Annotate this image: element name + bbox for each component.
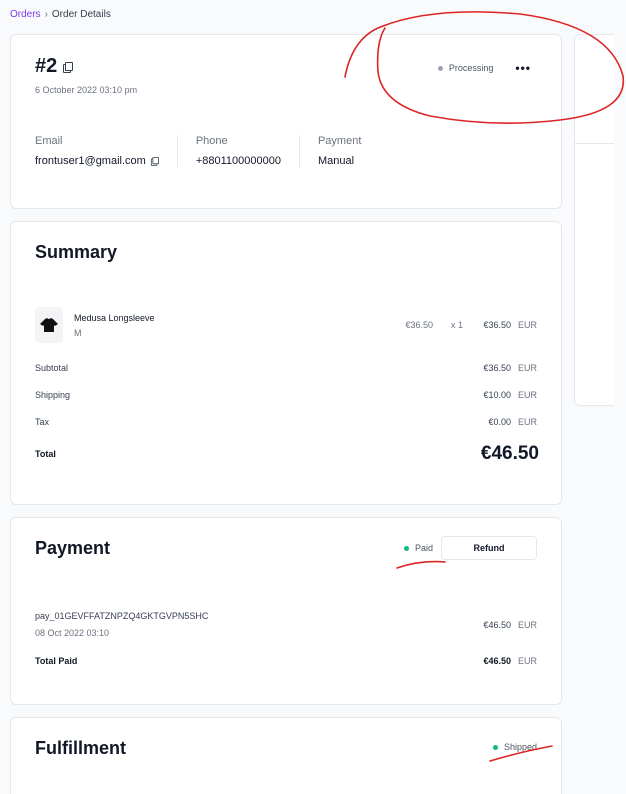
summary-card: Summary Medusa Longsleeve M €36.50 x 1 €… (10, 221, 562, 505)
copy-icon[interactable] (63, 61, 74, 73)
email-label: Email (35, 135, 63, 147)
product-variant: M (74, 327, 82, 338)
email-value: frontuser1@gmail.com (35, 155, 159, 167)
tax-currency: EUR (517, 417, 537, 427)
copy-email-icon[interactable] (150, 157, 159, 166)
shipping-amount: €10.00 (483, 390, 511, 400)
line-item-text: Medusa Longsleeve M (74, 313, 155, 338)
chevron-right-icon: › (44, 9, 48, 20)
payment-row: pay_01GEVFFATZNPZQ4GKTGVPN5SHC 08 Oct 20… (35, 611, 537, 638)
shipping-row: Shipping €10.00 EUR (35, 390, 537, 400)
payment-status: Paid Refund (403, 536, 537, 560)
phone-info: Phone +8801100000000 (196, 135, 300, 167)
paid-dot-icon (403, 545, 409, 551)
shipped-dot-icon (492, 744, 498, 750)
order-id-text: #2 (35, 55, 58, 77)
subtotal-currency: EUR (517, 363, 537, 373)
payment-id: pay_01GEVFFATZNPZQ4GKTGVPN5SHC (35, 611, 209, 621)
total-amount: €46.50 (480, 443, 539, 464)
fulfillment-title: Fulfillment (35, 738, 126, 758)
summary-title: Summary (35, 242, 118, 262)
order-status-label: Processing (448, 63, 494, 73)
breadcrumb: Orders › Order Details (10, 9, 111, 20)
phone-label: Phone (195, 135, 228, 147)
line-item: Medusa Longsleeve M €36.50 x 1 €36.50 EU… (35, 306, 537, 344)
total-paid-row: Total Paid €46.50 EUR (35, 656, 537, 666)
shipping-label: Shipping (35, 390, 71, 400)
subtotal-row: Subtotal €36.50 EUR (35, 363, 537, 373)
more-actions-button[interactable]: ••• (515, 61, 531, 75)
total-paid-amount: €46.50 (483, 656, 511, 666)
breadcrumb-current: Order Details (51, 9, 111, 20)
email-text: frontuser1@gmail.com (35, 155, 146, 167)
total-paid-wrap: €46.50 EUR (483, 656, 537, 666)
payment-method-label: Payment (317, 135, 362, 147)
payment-status-label: Paid (414, 543, 433, 553)
email-info: Email frontuser1@gmail.com (35, 135, 178, 167)
shirt-icon (40, 318, 58, 332)
order-status: Processing ••• (437, 61, 531, 75)
payment-amount: €46.50 (483, 620, 511, 630)
payment-amount-wrap: €46.50 EUR (483, 620, 537, 638)
payment-method-value: Manual (317, 155, 355, 167)
payment-currency: EUR (517, 620, 537, 630)
total-label: Total (35, 449, 56, 459)
product-thumbnail (35, 307, 63, 343)
refund-button[interactable]: Refund (441, 536, 537, 560)
tax-amount: €0.00 (488, 417, 511, 427)
payment-details: pay_01GEVFFATZNPZQ4GKTGVPN5SHC 08 Oct 20… (35, 611, 208, 638)
line-total: €36.50 (483, 320, 511, 330)
order-date: 6 October 2022 03:10 pm (35, 85, 138, 95)
side-panel (574, 34, 614, 406)
order-header-card: #2 6 October 2022 03:10 pm Processing ••… (10, 34, 562, 209)
total-paid-label: Total Paid (35, 656, 78, 666)
payment-card: Payment Paid Refund pay_01GEVFFATZNPZQ4G… (10, 517, 562, 705)
tax-row: Tax €0.00 EUR (35, 417, 537, 427)
payment-title: Payment (35, 538, 111, 558)
quantity: x 1 (450, 320, 463, 330)
unit-price: €36.50 (405, 320, 433, 330)
total-row: Total €46.50 (35, 443, 539, 465)
line-currency: EUR (517, 320, 537, 330)
phone-value: +8801100000000 (195, 155, 281, 167)
payment-method-info: Payment Manual (318, 135, 379, 167)
total-paid-currency: EUR (517, 656, 537, 666)
status-dot-icon (437, 65, 443, 71)
customer-info: Email frontuser1@gmail.com Phone +880110… (35, 135, 397, 167)
tax-label: Tax (35, 417, 50, 427)
order-id: #2 (35, 55, 74, 78)
shipping-currency: EUR (517, 390, 537, 400)
payment-date: 08 Oct 2022 03:10 (35, 628, 110, 638)
fulfillment-card: Fulfillment Shipped (10, 717, 562, 794)
product-name: Medusa Longsleeve (74, 312, 155, 323)
fulfillment-status: Shipped (492, 742, 537, 752)
side-panel-divider (575, 143, 614, 144)
subtotal-label: Subtotal (35, 363, 69, 373)
line-item-pricing: €36.50 x 1 €36.50 EUR (393, 320, 537, 330)
breadcrumb-orders-link[interactable]: Orders (10, 9, 41, 20)
fulfillment-status-label: Shipped (503, 742, 537, 752)
subtotal-amount: €36.50 (483, 363, 511, 373)
